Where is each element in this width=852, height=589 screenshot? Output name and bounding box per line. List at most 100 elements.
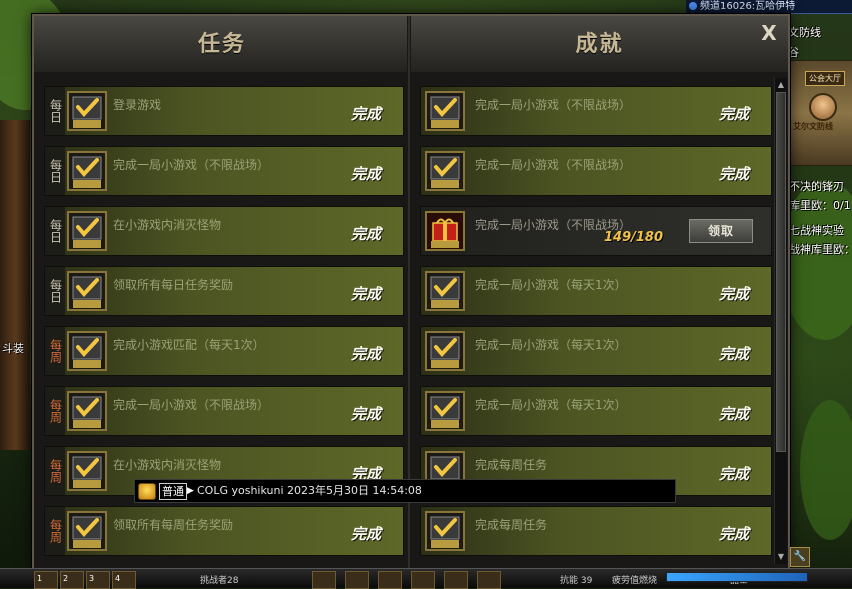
daily-tag: 每日	[45, 207, 65, 255]
scrollbar-thumb[interactable]	[776, 92, 786, 452]
activity-check-icon	[67, 91, 107, 131]
completed-status: 完成	[718, 525, 749, 543]
tree-trunk	[0, 120, 30, 450]
hud-label: 挑战者28	[200, 576, 239, 586]
achievements-header[interactable]: 成就	[411, 16, 788, 72]
completed-status: 完成	[350, 225, 381, 243]
completed-status: 完成	[350, 105, 381, 123]
tool-button[interactable]: 🔧	[790, 547, 810, 567]
task-row[interactable]: 每日 领取所有每日任务奖励完成	[44, 266, 404, 316]
tree-foliage	[800, 400, 852, 540]
skill-slot-number: 1	[37, 574, 43, 583]
task-description: 领取所有每日任务奖励	[113, 278, 234, 292]
channel-bar[interactable]: 频道16026:瓦哈伊特	[686, 0, 852, 14]
completed-status: 完成	[350, 405, 381, 423]
task-description: 在小游戏内消灭怪物	[113, 458, 222, 472]
achievement-row[interactable]: 完成一局小游戏（每天1次） 完成	[420, 326, 772, 376]
completed-status: 完成	[350, 525, 381, 543]
completed-status: 完成	[718, 345, 749, 363]
close-button[interactable]: X	[758, 22, 780, 44]
scroll-up-icon[interactable]: ▲	[776, 80, 786, 90]
task-description: 登录游戏	[113, 98, 162, 112]
completed-status: 完成	[350, 285, 381, 303]
completed-status: 完成	[718, 405, 749, 423]
achievement-description: 完成一局小游戏（不限战场）	[475, 98, 632, 112]
skill-slot-number: 3	[89, 574, 95, 583]
daily-tag: 每日	[45, 267, 65, 315]
hud-label: 抗能 39	[560, 576, 593, 586]
achievement-description: 完成一局小游戏（不限战场）	[475, 158, 632, 172]
skill-slot-number: 4	[115, 574, 121, 583]
mp-bar	[666, 572, 808, 582]
activity-check-icon	[67, 391, 107, 431]
activity-check-icon	[425, 511, 465, 551]
task-row[interactable]: 每周 完成小游戏匹配（每天1次） 完成	[44, 326, 404, 376]
weekly-tag: 每周	[45, 387, 65, 435]
completed-status: 完成	[718, 465, 749, 483]
channel-text: 频道16026:瓦哈伊特	[700, 1, 796, 12]
task-row[interactable]: 每周 完成一局小游戏（不限战场） 完成	[44, 386, 404, 436]
skill-slot[interactable]	[444, 571, 468, 589]
achievement-row[interactable]: 完成一局小游戏（不限战场） 149/180 领取	[420, 206, 772, 256]
task-description: 完成一局小游戏（不限战场）	[113, 158, 270, 172]
completed-status: 完成	[350, 345, 381, 363]
skill-slot[interactable]	[477, 571, 501, 589]
activity-check-icon	[67, 511, 107, 551]
npc-portrait-icon	[809, 93, 837, 121]
activity-check-icon	[425, 331, 465, 371]
achievement-description: 完成每周任务	[475, 518, 548, 532]
tasks-header[interactable]: 任务	[34, 16, 411, 72]
activity-check-icon	[425, 271, 465, 311]
achievement-progress: 149/180	[604, 230, 664, 245]
side-quest-text: 斗装	[2, 342, 24, 355]
task-description: 完成小游戏匹配（每天1次）	[113, 338, 265, 352]
hud-label: 疲劳值燃烧	[612, 576, 658, 586]
activity-check-icon	[425, 91, 465, 131]
achievement-row[interactable]: 完成一局小游戏（每天1次） 完成	[420, 266, 772, 316]
side-quest-text: 不决的锋刃	[789, 180, 844, 193]
task-row[interactable]: 每日 完成一局小游戏（不限战场） 完成	[44, 146, 404, 196]
completed-status: 完成	[718, 105, 749, 123]
achievement-row[interactable]: 完成一局小游戏（不限战场） 完成	[420, 86, 772, 136]
skill-slot[interactable]	[411, 571, 435, 589]
daily-tag: 每日	[45, 147, 65, 195]
side-quest-text: 七战神实验	[789, 224, 844, 237]
activity-check-icon	[67, 151, 107, 191]
skill-slot[interactable]	[312, 571, 336, 589]
scrollbar[interactable]: ▲ ▼	[774, 78, 787, 564]
skill-slot[interactable]	[378, 571, 402, 589]
activity-check-icon	[67, 211, 107, 251]
chat-channel-badge[interactable]: 普通	[159, 483, 187, 500]
town-label: 艾尔文防线	[793, 122, 833, 131]
achievement-row[interactable]: 完成一局小游戏（不限战场） 完成	[420, 146, 772, 196]
skill-slot[interactable]	[345, 571, 369, 589]
chat-avatar-icon	[138, 483, 156, 500]
weekly-tag: 每周	[45, 507, 65, 555]
achievement-description: 完成每周任务	[475, 458, 548, 472]
task-row[interactable]: 每周 领取所有每周任务奖励 完成	[44, 506, 404, 556]
achievement-row[interactable]: 完成一局小游戏（每天1次） 完成	[420, 386, 772, 436]
scroll-down-icon[interactable]: ▼	[776, 552, 786, 562]
task-row[interactable]: 每日 在小游戏内消灭怪物 完成	[44, 206, 404, 256]
completed-status: 完成	[718, 285, 749, 303]
chat-message[interactable]: 普通 ▶ COLG yoshikuni 2023年5月30日 14:54:08	[134, 479, 676, 503]
weekly-tag: 每周	[45, 327, 65, 375]
side-quest-text: 战神库里欧：	[789, 243, 852, 256]
completed-status: 完成	[350, 165, 381, 183]
claim-reward-button[interactable]: 领取	[689, 219, 753, 243]
daily-tag: 每日	[45, 87, 65, 135]
achievement-description: 完成一局小游戏（每天1次）	[475, 278, 627, 292]
minimap[interactable]: 公会大厅 艾尔文防线	[786, 60, 852, 166]
weekly-tag: 每周	[45, 447, 65, 495]
activity-check-icon	[67, 331, 107, 371]
task-row[interactable]: 每日 登录游戏完成	[44, 86, 404, 136]
achievement-row[interactable]: 完成每周任务完成	[420, 506, 772, 556]
side-quest-text: 库里欧：0/1	[789, 199, 851, 212]
completed-status: 完成	[718, 165, 749, 183]
achievement-description: 完成一局小游戏（每天1次）	[475, 338, 627, 352]
side-quest-text: 文防线	[788, 26, 821, 39]
play-arrow-icon: ▶	[187, 486, 194, 496]
skill-slot-number: 2	[63, 574, 69, 583]
gift-box-icon	[425, 211, 465, 251]
guild-hall-label[interactable]: 公会大厅	[805, 71, 845, 86]
